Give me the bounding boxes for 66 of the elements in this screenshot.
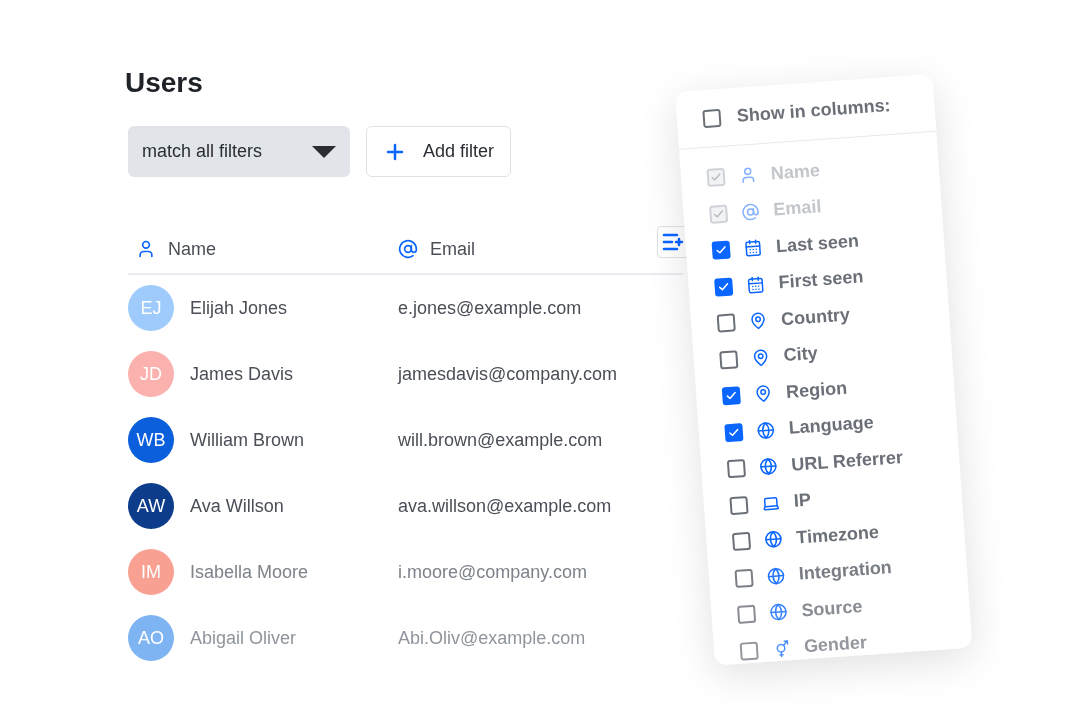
caret-icon [312, 145, 336, 158]
globe-icon [758, 457, 778, 477]
checkbox[interactable] [716, 313, 736, 333]
checkbox[interactable] [711, 240, 731, 260]
add-filter-button[interactable]: Add filter [366, 126, 512, 177]
map-pin-icon [748, 311, 768, 331]
globe-icon [756, 420, 776, 440]
checkbox[interactable] [731, 532, 752, 552]
column-header: Email [430, 237, 475, 261]
check-icon [709, 171, 723, 184]
checkbox[interactable] [726, 459, 747, 479]
menu-header: Show in columns: [735, 94, 892, 128]
checkbox[interactable] [702, 108, 722, 128]
calendar-icon [743, 238, 763, 258]
calendar-icon [746, 275, 766, 295]
user-email: Abi.Oliv@example.com [398, 626, 586, 650]
user-name: Ava Willson [190, 494, 284, 518]
user-name: James Davis [190, 362, 294, 386]
column-option[interactable]: IP [792, 486, 812, 515]
checkbox[interactable] [734, 568, 754, 588]
checkbox[interactable] [719, 350, 739, 370]
user-email: jamesdavis@company.com [398, 362, 617, 386]
avatar: JD [128, 351, 174, 397]
user-email: ava.willson@example.com [398, 494, 612, 518]
column-option[interactable]: City [782, 339, 819, 370]
match-filter-select[interactable]: match all filters [128, 126, 350, 177]
check-icon [712, 207, 725, 221]
checkbox[interactable] [714, 277, 734, 297]
column-option[interactable]: Region [785, 374, 848, 406]
at-sign-icon [398, 239, 418, 259]
column-option[interactable]: Source [800, 592, 864, 625]
user-email: i.moore@company.com [398, 560, 587, 584]
user-name: William Brown [190, 428, 304, 452]
add-column-button[interactable] [657, 226, 689, 258]
checkbox[interactable] [739, 641, 759, 661]
user-email: will.brown@example.com [398, 428, 603, 452]
page-title: Users [125, 66, 204, 100]
column-option[interactable]: First seen [777, 263, 865, 297]
user-name: Isabella Moore [190, 560, 309, 584]
column-header: Name [168, 237, 216, 261]
globe-icon [766, 566, 786, 586]
globe-icon [768, 602, 789, 622]
at-sign-icon [740, 202, 761, 222]
column-option[interactable]: URL Referrer [790, 443, 904, 479]
user-name: Abigail Oliver [190, 626, 297, 650]
column-option[interactable]: Integration [798, 554, 893, 588]
avatar: IM [128, 549, 174, 595]
column-option[interactable]: Timezone [795, 518, 880, 552]
globe-icon [763, 529, 784, 550]
checkbox[interactable] [724, 422, 744, 443]
avatar: AW [128, 483, 174, 529]
checkbox[interactable] [737, 604, 757, 625]
checkbox[interactable] [721, 386, 741, 406]
column-option[interactable]: Last seen [775, 227, 860, 261]
column-option[interactable]: Country [780, 301, 851, 333]
check-icon [727, 426, 741, 439]
checkbox[interactable] [729, 495, 749, 515]
column-option[interactable]: Language [787, 409, 875, 443]
user-name: Elijah Jones [190, 296, 288, 320]
user-email: e.jones@example.com [398, 296, 582, 320]
person-icon [136, 239, 156, 259]
avatar: AO [128, 615, 174, 661]
column-option[interactable]: Gender [803, 629, 868, 661]
avatar: EJ [128, 285, 174, 331]
avatar: WB [128, 417, 174, 463]
map-pin-icon [753, 384, 773, 404]
